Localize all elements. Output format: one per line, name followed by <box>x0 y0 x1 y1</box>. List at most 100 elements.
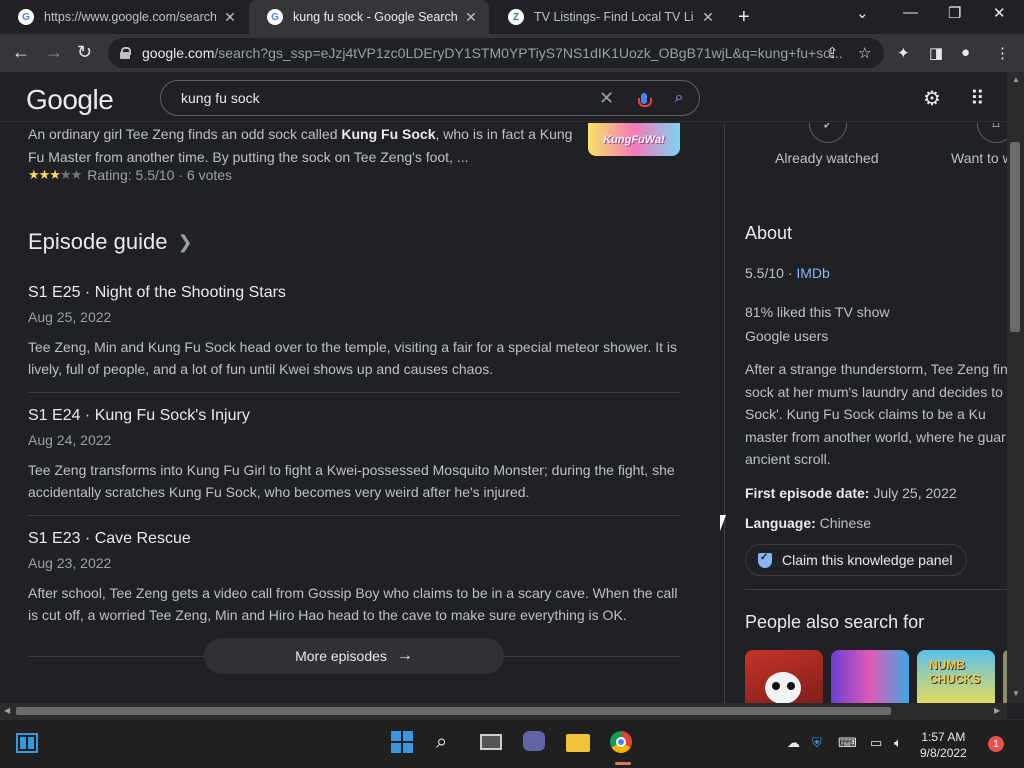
defender-shield-icon[interactable]: ⛨ <box>812 735 822 751</box>
minimize-icon[interactable]: — <box>903 4 918 21</box>
vertical-scroll-thumb[interactable] <box>1010 142 1020 332</box>
episode-date: Aug 23, 2022 <box>28 555 112 571</box>
reload-icon[interactable]: ↻ <box>77 42 92 63</box>
tab-title: https://www.google.com/search? <box>44 10 216 24</box>
keyboard-icon[interactable]: ⌨ <box>838 735 857 751</box>
new-tab-icon[interactable]: + <box>738 6 750 29</box>
episode-title[interactable]: S1 E24 · Kung Fu Sock's Injury <box>28 407 680 425</box>
address-bar[interactable]: google.com/search?gs_ssp=eJzj4tVP1zc0LDE… <box>108 38 884 68</box>
task-view-icon[interactable] <box>480 731 506 757</box>
windows-taskbar: ⌕ ☁ ⛨ ⌨ ▭ 🔈︎ 1:57 AM 9/8/2022 1 <box>0 719 1024 768</box>
claim-knowledge-panel-button[interactable]: Claim this knowledge panel <box>745 544 968 576</box>
checkmark-icon[interactable]: ✓ <box>809 123 847 143</box>
cloud-offline-icon[interactable]: ☁ <box>787 735 800 751</box>
bookmark-icon[interactable]: ⌑ <box>977 123 1007 143</box>
google-logo[interactable]: Google <box>26 84 114 116</box>
windows-start-icon[interactable] <box>391 731 417 757</box>
want-to-watch-label[interactable]: Want to w <box>951 150 1007 166</box>
episode-guide-heading[interactable]: Episode guide ❯ <box>28 229 193 255</box>
show-thumbnail[interactable]: KungFuWa! <box>588 123 680 156</box>
chrome-icon[interactable] <box>610 731 636 765</box>
tab-tv-listings[interactable]: Z TV Listings- Find Local TV Listings ✕ <box>490 0 726 34</box>
related-show-image[interactable]: NUMB CHUCKS <box>917 650 995 703</box>
tab-search-chevron-icon[interactable]: ⌄ <box>856 4 869 22</box>
google-icon: G <box>267 9 283 25</box>
episode-description: Tee Zeng, Min and Kung Fu Sock head over… <box>28 339 677 377</box>
rating-row: ★★★★★ Rating: 5.5/10 · 6 votes <box>28 167 232 183</box>
close-window-icon[interactable]: ✕ <box>993 4 1006 22</box>
rating-text: Rating: 5.5/10 · 6 votes <box>87 167 233 183</box>
back-arrow-icon[interactable]: ← <box>12 42 30 63</box>
side-panel-icon[interactable]: ◨ <box>929 44 943 62</box>
verified-shield-icon <box>758 552 772 568</box>
divider <box>28 515 680 516</box>
imdb-rating: 5.5/10 · IMDb <box>745 265 830 281</box>
extensions-puzzle-icon[interactable]: ✦ <box>897 44 910 62</box>
url-text[interactable]: google.com/search?gs_ssp=eJzj4tVP1zc0LDE… <box>142 45 872 61</box>
episode-title[interactable]: S1 E25 · Night of the Shooting Stars <box>28 284 680 302</box>
google-apps-grid-icon[interactable]: ⠿ <box>970 86 985 111</box>
episode-description: After school, Tee Zeng gets a video call… <box>28 585 678 623</box>
divider <box>745 589 1007 590</box>
show-summary: After a strange thunderstorm, Tee Zeng f… <box>745 361 1007 467</box>
close-tab-icon[interactable]: ✕ <box>463 9 479 26</box>
clear-icon[interactable]: ✕ <box>599 88 629 109</box>
close-tab-icon[interactable]: ✕ <box>222 9 238 26</box>
knowledge-panel: ✓ Already watched ⌑ Want to w About 5.5/… <box>745 123 1007 703</box>
language-fact: Language: Chinese <box>745 515 872 531</box>
search-input[interactable]: kung fu sock ✕ ⌕ <box>160 80 700 116</box>
tab-kung-fu-sock[interactable]: G kung fu sock - Google Search ✕ <box>249 0 489 34</box>
settings-gear-icon[interactable]: ⚙ <box>923 86 941 111</box>
widgets-icon[interactable] <box>16 733 42 759</box>
notification-badge[interactable]: 1 <box>988 736 1004 752</box>
zap2it-icon: Z <box>508 9 524 25</box>
search-icon[interactable]: ⌕ <box>659 89 699 107</box>
scroll-left-icon[interactable]: ◀ <box>4 706 10 715</box>
volume-icon[interactable]: 🔈︎ <box>894 735 902 751</box>
tab-google-search-url[interactable]: G https://www.google.com/search? ✕ <box>0 0 248 34</box>
episode-item[interactable]: S1 E23 · Cave Rescue Aug 23, 2022 After … <box>28 530 680 626</box>
teams-chat-icon[interactable] <box>523 731 549 757</box>
already-watched-label[interactable]: Already watched <box>775 150 879 166</box>
close-tab-icon[interactable]: ✕ <box>700 9 716 26</box>
share-icon[interactable]: ⇪ <box>826 44 839 62</box>
episode-item[interactable]: S1 E25 · Night of the Shooting Stars Aug… <box>28 284 680 393</box>
liked-stat: 81% liked this TV show Google users <box>745 304 890 344</box>
result-snippet: An ordinary girl Tee Zeng finds an odd s… <box>28 126 573 165</box>
people-also-search-heading: People also search for <box>745 612 925 632</box>
episode-date: Aug 24, 2022 <box>28 432 112 448</box>
related-show-image[interactable] <box>745 650 823 703</box>
mouse-cursor-icon <box>720 515 726 531</box>
horizontal-scrollbar[interactable]: ◀ ▶ <box>0 703 1007 719</box>
chrome-menu-icon[interactable]: ⋮ <box>995 44 1010 62</box>
chevron-right-icon: ❯ <box>177 231 193 252</box>
horizontal-scroll-thumb[interactable] <box>16 707 891 715</box>
google-icon: G <box>18 9 34 25</box>
scroll-right-icon[interactable]: ▶ <box>994 706 1000 715</box>
lock-icon[interactable] <box>120 47 131 59</box>
episode-description: Tee Zeng transforms into Kung Fu Girl to… <box>28 462 675 500</box>
restore-icon[interactable]: ❐ <box>948 4 961 22</box>
file-explorer-icon[interactable] <box>566 731 592 757</box>
system-clock[interactable]: 1:57 AM 9/8/2022 <box>920 729 967 761</box>
scroll-down-icon[interactable]: ▼ <box>1012 689 1020 698</box>
panel-divider <box>724 123 725 703</box>
arrow-right-icon: → <box>396 647 413 664</box>
tab-strip: G https://www.google.com/search? ✕ G kun… <box>0 0 1024 34</box>
divider <box>28 392 680 393</box>
episode-item[interactable]: S1 E24 · Kung Fu Sock's Injury Aug 24, 2… <box>28 407 680 516</box>
network-icon[interactable]: ▭ <box>870 735 882 751</box>
more-episodes-button[interactable]: More episodes → <box>204 638 504 674</box>
episode-title[interactable]: S1 E23 · Cave Rescue <box>28 530 680 548</box>
scroll-up-icon[interactable]: ▲ <box>1012 75 1020 84</box>
bookmark-star-icon[interactable]: ☆ <box>858 44 871 62</box>
forward-arrow-icon[interactable]: → <box>45 42 63 63</box>
search-query[interactable]: kung fu sock <box>181 90 599 106</box>
search-icon[interactable]: ⌕ <box>436 731 462 757</box>
related-show-image[interactable] <box>831 650 909 703</box>
microphone-icon[interactable] <box>629 92 659 107</box>
imdb-link[interactable]: IMDb <box>796 265 829 281</box>
vertical-scrollbar[interactable]: ▲ ▼ <box>1007 72 1024 703</box>
profile-avatar-icon[interactable]: ● <box>961 44 970 61</box>
google-header: Google kung fu sock ✕ ⌕ ⚙ ⠿ <box>0 72 1007 122</box>
